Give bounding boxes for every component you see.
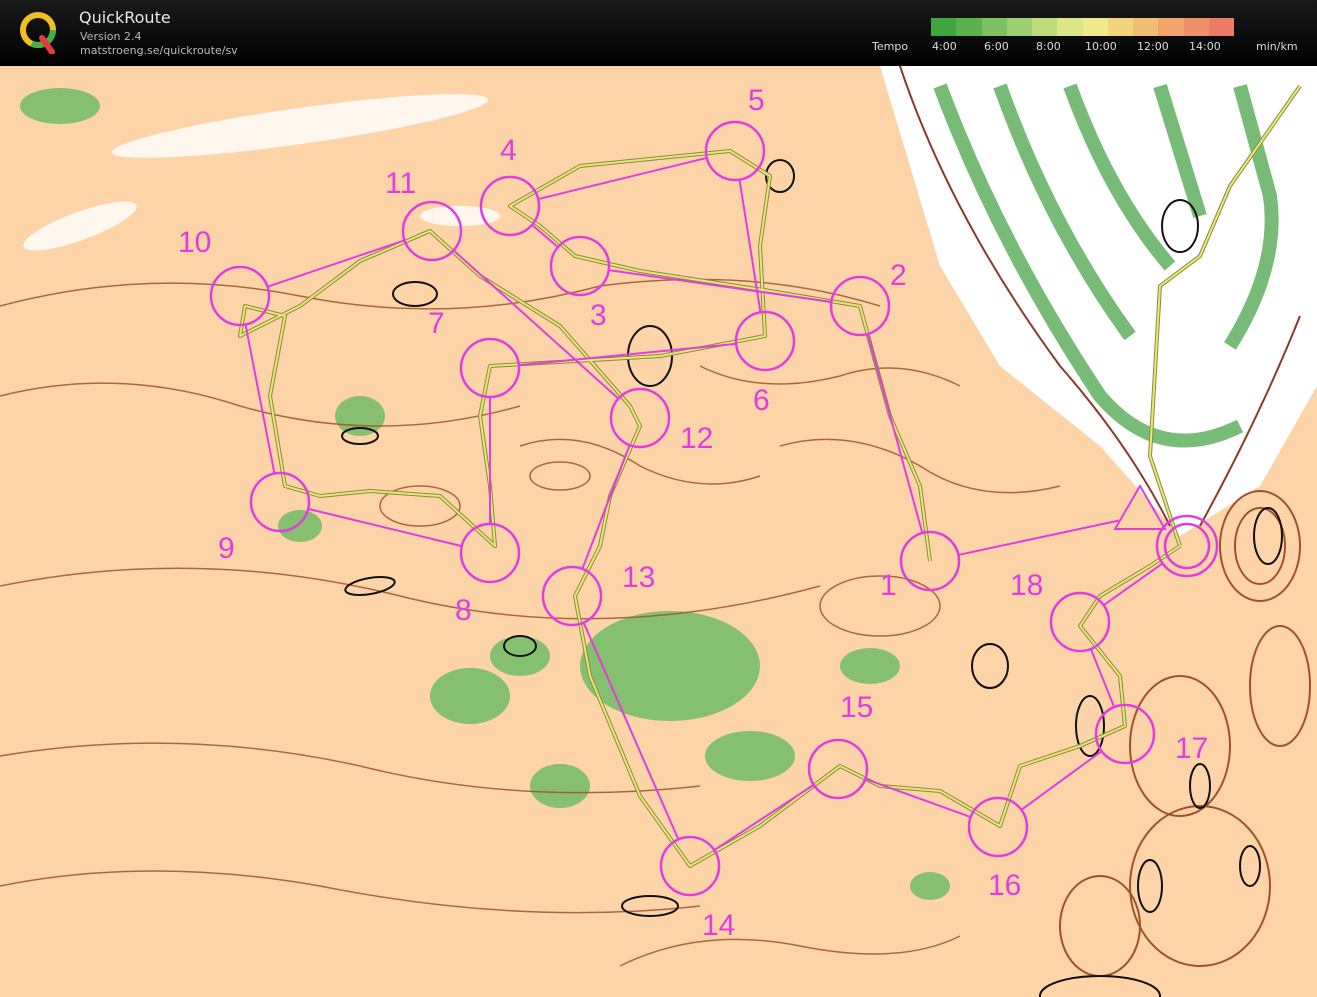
control-number-label: 4: [500, 134, 517, 167]
legend-tick: 8:00: [1036, 40, 1061, 53]
control-number-label: 18: [1010, 569, 1044, 602]
control-number-label: 7: [428, 307, 445, 340]
course-leg: [866, 333, 924, 534]
course-leg: [713, 784, 815, 851]
course-leg: [307, 507, 463, 548]
control-number-label: 5: [748, 84, 765, 117]
legend-swatch: [1032, 18, 1058, 36]
control-number-label: 13: [622, 561, 656, 594]
map-graphics: [0, 66, 1317, 997]
legend-swatch: [1183, 18, 1209, 36]
legend-unit: min/km: [1256, 40, 1298, 53]
legend-swatch: [931, 18, 957, 36]
control-circle[interactable]: [541, 565, 603, 627]
legend-tick: 10:00: [1085, 40, 1117, 53]
control-circle[interactable]: [459, 522, 521, 584]
control-number-label: 17: [1175, 732, 1209, 765]
legend-tick: 14:00: [1189, 40, 1221, 53]
legend-title: Tempo: [872, 40, 909, 53]
control-number-label: 3: [590, 299, 607, 332]
course-leg: [1103, 561, 1164, 607]
course-leg: [537, 156, 708, 201]
control-number-label: 6: [753, 384, 770, 417]
legend-swatch: [1133, 18, 1159, 36]
course-leg: [738, 179, 762, 313]
control-circle[interactable]: [549, 235, 611, 297]
legend-tick: 12:00: [1137, 40, 1169, 53]
control-number-label: 8: [455, 594, 472, 627]
control-number-label: 10: [178, 226, 212, 259]
control-number-label: 9: [218, 532, 235, 565]
legend-swatch: [1057, 18, 1083, 36]
course-leg: [958, 519, 1119, 556]
control-number-label: 14: [702, 909, 736, 942]
control-number-label: 12: [680, 422, 714, 455]
control-number-label: 15: [840, 691, 874, 724]
legend-swatch: [956, 18, 982, 36]
legend-swatch: [1082, 18, 1108, 36]
app-header: QuickRoute Version 2.4 matstroeng.se/qui…: [0, 0, 1317, 66]
app-version: Version 2.4: [80, 30, 142, 43]
legend-swatch: [981, 18, 1007, 36]
legend-swatch: [1158, 18, 1184, 36]
control-number-label: 1: [880, 569, 897, 602]
control-number-label: 16: [988, 869, 1022, 902]
residential-area: [880, 66, 1317, 536]
control-circle[interactable]: [209, 265, 271, 327]
legend-swatch: [1107, 18, 1133, 36]
orienteering-map[interactable]: 1 2 3 4 5 6 7 8 9 10 11 12 13 14 15 16 17 18: [0, 66, 1317, 997]
quickroute-logo: [20, 12, 56, 54]
pace-color-scale: [931, 18, 1234, 36]
control-number-label: 2: [890, 259, 907, 292]
control-circle[interactable]: [1049, 591, 1111, 653]
contour-lines: [0, 278, 1061, 967]
app-title: QuickRoute: [79, 8, 171, 27]
app-url[interactable]: matstroeng.se/quickroute/sv: [80, 44, 238, 57]
legend-swatch: [1006, 18, 1032, 36]
control-circle[interactable]: [609, 387, 671, 449]
legend-tick: 4:00: [932, 40, 957, 53]
legend-tick: 6:00: [984, 40, 1009, 53]
legend-swatch: [1208, 18, 1234, 36]
course-leg: [581, 444, 631, 570]
control-number-label: 11: [385, 167, 417, 200]
course-leg: [608, 269, 832, 303]
